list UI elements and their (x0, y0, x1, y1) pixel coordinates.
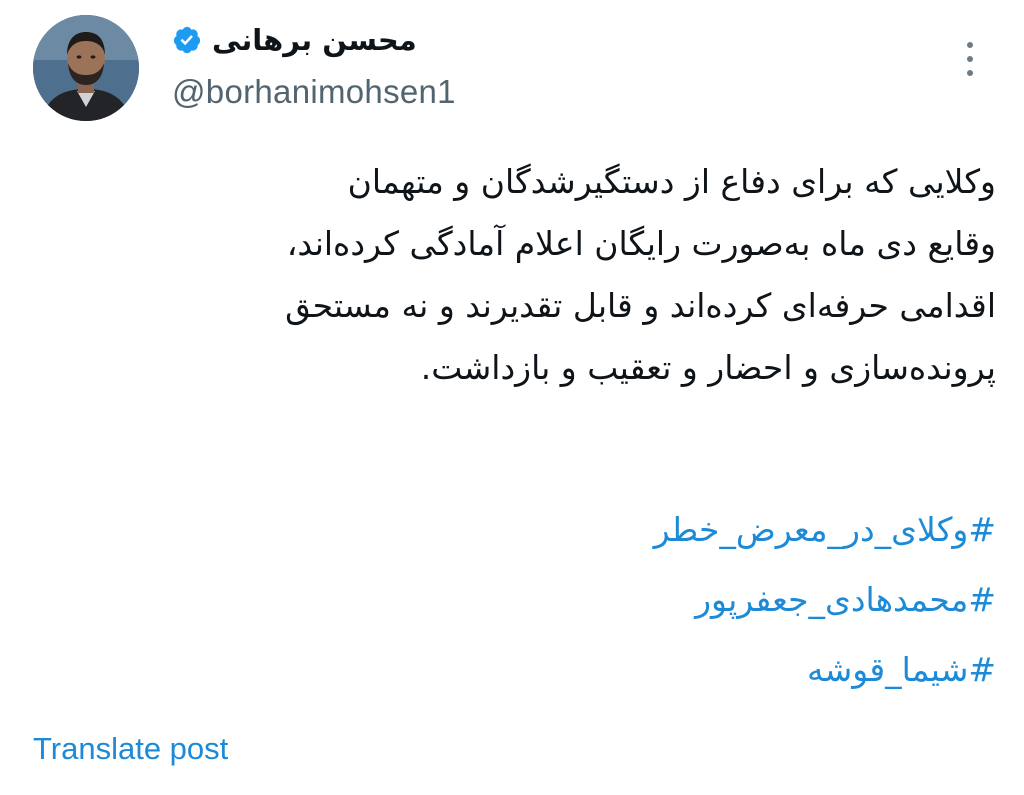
avatar-image (33, 15, 139, 121)
tweet-text-line: وقایع دی ماه به‌صورت رایگان اعلام آمادگی… (286, 224, 996, 263)
tweet-text-line: وکلایی که برای دفاع از دستگیرشدگان و مته… (347, 162, 996, 201)
tweet-text: وکلایی که برای دفاع از دستگیرشدگان و مته… (226, 151, 996, 399)
tweet-text-line: اقدامی حرفه‌ای کرده‌اند و قابل تقدیرند و… (285, 286, 996, 325)
hashtag-list: #وکلای_در_معرض_خطر #محمدهادی_جعفرپور #شی… (654, 495, 996, 705)
more-options-icon[interactable] (958, 38, 982, 80)
verified-badge-icon (172, 25, 202, 55)
translate-post-link[interactable]: Translate post (33, 727, 228, 771)
avatar[interactable] (33, 15, 139, 121)
tweet: محسن برهانی @borhanimohsen1 وکلایی که بر… (0, 0, 1024, 795)
author-display-name[interactable]: محسن برهانی (212, 22, 417, 58)
hashtag-link[interactable]: #وکلای_در_معرض_خطر (654, 495, 996, 565)
hashtag-link[interactable]: #محمدهادی_جعفرپور (654, 565, 996, 635)
hashtag-link[interactable]: #شیما_قوشه (654, 635, 996, 705)
tweet-text-line: پرونده‌سازی و احضار و تعقیب و بازداشت. (420, 348, 996, 387)
author-name-row[interactable]: محسن برهانی (172, 22, 417, 58)
author-handle[interactable]: @borhanimohsen1 (172, 72, 456, 112)
